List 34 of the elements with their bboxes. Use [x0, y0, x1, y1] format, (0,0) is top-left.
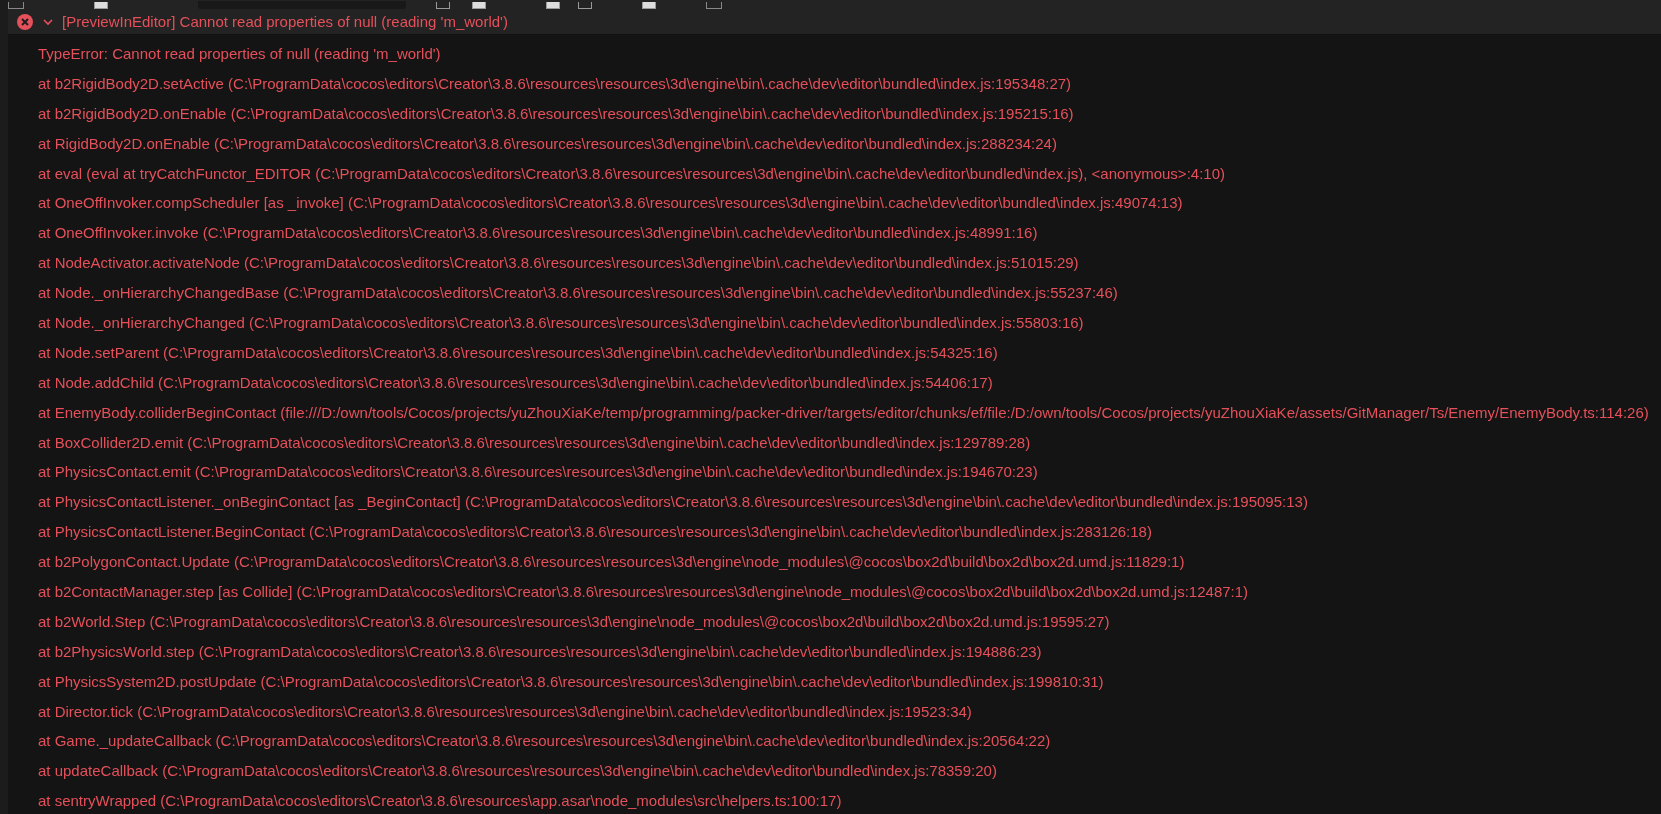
stack-trace-line: at NodeActivator.activateNode (C:\ProgramData\cocos\editors\Creator\3.8.6\resources\resources\3d\engine\bin\.cache\dev\editor\bundled\index.js:51015:29): [38, 253, 1080, 274]
stack-trace-line: at Node.setParent (C:\ProgramData\cocos\editors\Creator\3.8.6\resources\resources\3d\engine\bin\.cache\dev\editor\bundled\index.js:54325:16): [38, 342, 999, 363]
stack-trace-line: at PhysicsContactListener.BeginContact (C:\ProgramData\cocos\editors\Creator\3.8.6\resources\resources\3d\engine\bin\.cache\dev\editor\bundled\index.js:283126:18): [38, 522, 1153, 543]
stack-trace-line: at b2RigidBody2D.onEnable (C:\ProgramData\cocos\editors\Creator\3.8.6\resources\resources\3d\engine\bin\.cache\dev\editor\bundled\index.js:195215:16): [38, 103, 1075, 124]
stack-trace-line: at OneOffInvoker.invoke (C:\ProgramData\cocos\editors\Creator\3.8.6\resources\resources\3d\engine\bin\.cache\dev\editor\bundled\index.js:48991:16): [38, 223, 1039, 244]
stack-trace-line: at Node._onHierarchyChanged (C:\ProgramData\cocos\editors\Creator\3.8.6\resources\resources\3d\engine\bin\.cache\dev\editor\bundled\index.js:55803:16): [38, 313, 1085, 333]
stack-trace-line: at b2PhysicsWorld.step (C:\ProgramData\cocos\editors\Creator\3.8.6\resources\resources\3d\engine\bin\.cache\dev\editor\bundled\index.js:194886:23): [38, 641, 1043, 662]
stack-trace-line: at RigidBody2D.onEnable (C:\ProgramData\cocos\editors\Creator\3.8.6\resources\resources\3d\engine\bin\.cache\dev\editor\bundled\index.js:288234:24): [38, 133, 1058, 154]
stack-trace-line: at b2PolygonContact.Update (C:\ProgramData\cocos\editors\Creator\3.8.6\resources\resources\3d\engine\node_modules\@cocos\box2d\build\box2d\box2d.umd.js:11829:1): [38, 552, 1186, 573]
stack-trace-line: TypeError: Cannot read properties of null (reading 'm_world'): [38, 44, 442, 64]
stack-trace-line: at PhysicsContact.emit (C:\ProgramData\cocos\editors\Creator\3.8.6\resources\resources\3d\engine\bin\.cache\dev\editor\bundled\index.js:194670:23): [38, 462, 1039, 483]
stack-trace-line: at EnemyBody.colliderBeginContact (file:///D:/own/tools/Cocos/projects/yuZhouXiaKe/temp/programming/packer-driver/targets/editor/chunks/ef/file:/D:/own/tools/Cocos/projects/yuZhouXiaKe/assets/GitManager/Ts/Enemy/EnemyBody.ts:114:26): [38, 402, 1650, 423]
stack-trace-line: at PhysicsSystem2D.postUpdate (C:\ProgramData\cocos\editors\Creator\3.8.6\resources\resources\3d\engine\bin\.cache\dev\editor\bundled\index.js:199810:31): [38, 671, 1105, 692]
stack-trace-line: at b2RigidBody2D.setActive (C:\ProgramData\cocos\editors\Creator\3.8.6\resources\resources\3d\engine\bin\.cache\dev\editor\bundled\index.js:195348:27): [38, 73, 1073, 94]
error-icon: [17, 13, 33, 30]
log-message: [PreviewInEditor] Cannot read properties of null (reading 'm_world'): [62, 13, 508, 30]
checkbox[interactable]: [436, 2, 450, 9]
stack-trace-line: at Node._onHierarchyChangedBase (C:\ProgramData\cocos\editors\Creator\3.8.6\resources\resources\3d\engine\bin\.cache\dev\editor\bundled\index.js:55237:46): [38, 283, 1119, 304]
stack-trace-line: at Game._updateCallback (C:\ProgramData\cocos\editors\Creator\3.8.6\resources\resources\3d\engine\bin\.cache\dev\editor\bundled\index.js:20564:22): [38, 731, 1052, 752]
stack-trace-line: at Director.tick (C:\ProgramData\cocos\editors\Creator\3.8.6\resources\resources\3d\engine\bin\.cache\dev\editor\bundled\index.js:19523:34): [38, 701, 973, 722]
stack-trace-line: at updateCallback (C:\ProgramData\cocos\editors\Creator\3.8.6\resources\resources\3d\engine\bin\.cache\dev\editor\bundled\index.js:78359:20): [38, 761, 998, 782]
stack-trace-line: at OneOffInvoker.compScheduler [as _invoke] (C:\ProgramData\cocos\editors\Creator\3.8.6\resources\resources\3d\engine\bin\.cache\dev\editor\bundled\index.js:49074:13): [38, 193, 1184, 214]
checkbox[interactable]: [578, 2, 592, 9]
stack-trace-line: at PhysicsContactListener._onBeginContact [as _BeginContact] (C:\ProgramData\cocos\editors\Creator\3.8.6\resources\resources\3d\engine\bin\.cache\dev\editor\bundled\index.js:195095:13): [38, 492, 1309, 513]
stack-trace-line: at Node.addChild (C:\ProgramData\cocos\editors\Creator\3.8.6\resources\resources\3d\engine\bin\.cache\dev\editor\bundled\index.js:54406:17): [38, 372, 994, 393]
stack-trace-line: at b2ContactManager.step [as Collide] (C:\ProgramData\cocos\editors\Creator\3.8.6\resources\resources\3d\engine\node_modules\@cocos\box2d\build\box2d\box2d.umd.js:12487:1): [38, 582, 1250, 603]
stack-trace-line: at sentryWrapped (C:\ProgramData\cocos\editors\Creator\3.8.6\resources\app.asar\node_modules\src\helpers.ts:100:17): [38, 791, 843, 812]
stack-trace-line: at BoxCollider2D.emit (C:\ProgramData\cocos\editors\Creator\3.8.6\resources\resources\3d\engine\bin\.cache\dev\editor\bundled\index.js:129789:28): [38, 432, 1032, 453]
checkbox[interactable]: [642, 2, 656, 9]
checkbox[interactable]: [472, 2, 486, 9]
checkbox[interactable]: [546, 2, 560, 9]
stack-trace-line: at b2World.Step (C:\ProgramData\cocos\editors\Creator\3.8.6\resources\resources\3d\engine\node_modules\@cocos\box2d\build\box2d\box2d.umd.js:19595:27): [38, 611, 1111, 632]
stack-trace-line: at eval (eval at tryCatchFunctor_EDITOR (C:\ProgramData\cocos\editors\Creator\3.8.6\resources\resources\3d\engine\bin\.cache\dev\editor\bundled\index.js), <anonymous>:4:10): [38, 163, 1226, 184]
checkbox[interactable]: [94, 2, 108, 9]
